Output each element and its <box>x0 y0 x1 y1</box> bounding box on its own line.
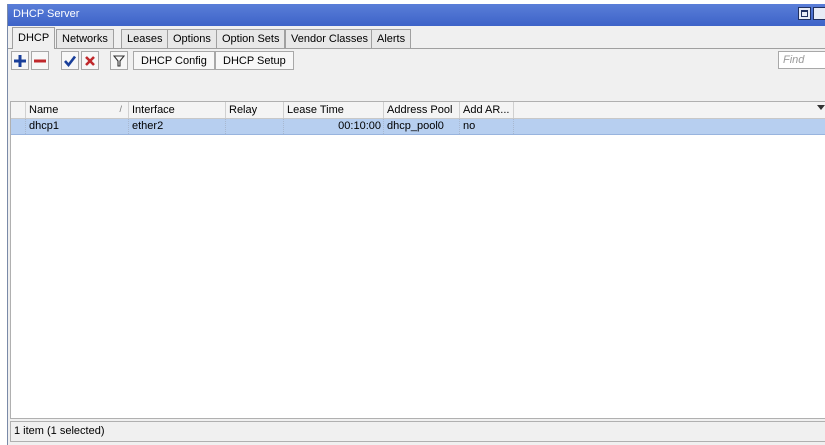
toolbar: DHCP Config DHCP Setup <box>8 23 825 73</box>
remove-button[interactable] <box>31 51 49 70</box>
column-header-add-arp[interactable]: Add AR... <box>460 102 514 118</box>
cell-lease-time: 00:10:00 <box>284 119 384 134</box>
table-header: Name / Interface Relay Lease Time Addres… <box>11 102 825 119</box>
column-header-address-pool[interactable]: Address Pool <box>384 102 460 118</box>
find-input[interactable] <box>778 51 825 69</box>
column-chooser-icon[interactable] <box>817 105 825 110</box>
table-row[interactable]: dhcp1 ether2 00:10:00 dhcp_pool0 no <box>11 119 825 135</box>
dhcp-config-button[interactable]: DHCP Config <box>133 51 215 70</box>
restore-icon[interactable] <box>798 7 811 20</box>
dhcp-server-window: DHCP Server DHCP Networks Leases Options… <box>7 4 825 445</box>
enable-button[interactable] <box>61 51 79 70</box>
sort-indicator-icon: / <box>119 104 122 114</box>
plus-icon <box>14 54 26 67</box>
add-button[interactable] <box>11 51 29 70</box>
minus-icon <box>34 59 46 62</box>
disable-button[interactable] <box>81 51 99 70</box>
cell-add-arp: no <box>460 119 514 134</box>
column-header-relay[interactable]: Relay <box>226 102 284 118</box>
cell-interface: ether2 <box>129 119 226 134</box>
dhcp-setup-button[interactable]: DHCP Setup <box>215 51 294 70</box>
close-icon[interactable] <box>813 7 825 20</box>
column-header-name-label: Name <box>29 104 59 116</box>
column-header-filler <box>514 102 825 118</box>
filter-icon <box>113 54 125 67</box>
dhcp-server-table: Name / Interface Relay Lease Time Addres… <box>10 101 825 419</box>
check-icon <box>64 55 76 67</box>
cell-name: dhcp1 <box>26 119 129 134</box>
column-header-name[interactable]: Name / <box>26 102 129 118</box>
status-bar: 1 item (1 selected) <box>10 421 825 442</box>
cell-address-pool: dhcp_pool0 <box>384 119 460 134</box>
window-controls <box>798 7 825 20</box>
column-header-lease-time[interactable]: Lease Time <box>284 102 384 118</box>
header-spacer <box>11 102 26 118</box>
row-flag <box>11 119 26 134</box>
column-header-interface[interactable]: Interface <box>129 102 226 118</box>
window-title: DHCP Server <box>13 8 80 20</box>
filter-button[interactable] <box>110 51 128 70</box>
status-text: 1 item (1 selected) <box>14 425 105 437</box>
tab-dhcp[interactable]: DHCP <box>12 27 56 49</box>
cell-relay <box>226 119 284 134</box>
x-icon <box>85 55 95 66</box>
